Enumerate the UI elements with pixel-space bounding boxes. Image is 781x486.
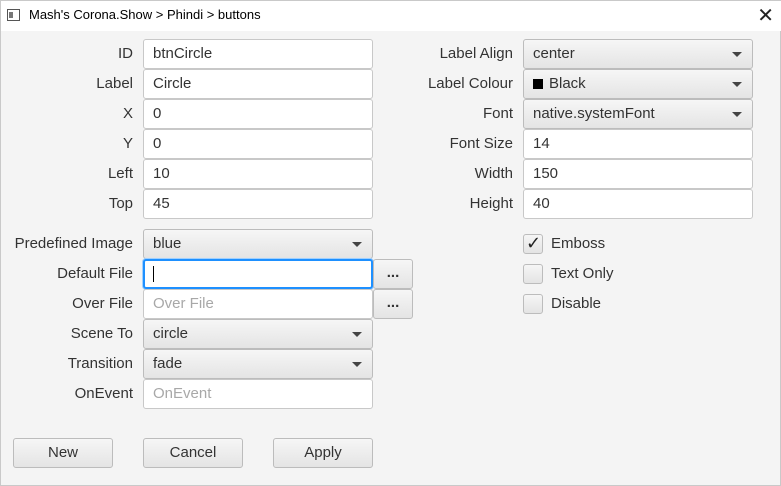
chevron-down-icon: [352, 242, 362, 247]
y-field[interactable]: 0: [143, 129, 373, 159]
cancel-button[interactable]: Cancel: [143, 438, 243, 468]
font-value: native.systemFont: [533, 105, 655, 122]
transition-value: fade: [153, 355, 183, 372]
label-align-select[interactable]: center: [523, 39, 753, 69]
chevron-down-icon: [732, 82, 742, 87]
scene-to-label: Scene To: [70, 325, 133, 342]
close-icon[interactable]: ✕: [757, 3, 774, 28]
id-field[interactable]: btnCircle: [143, 39, 373, 69]
predefined-image-label: Predefined Image: [14, 235, 133, 252]
default-file-browse-button[interactable]: ...: [373, 259, 413, 289]
label-colour-label: Label Colour: [427, 75, 513, 92]
apply-button[interactable]: Apply: [273, 438, 373, 468]
on-event-field[interactable]: OnEvent: [143, 379, 373, 409]
emboss-checkbox[interactable]: ✓: [523, 233, 543, 254]
over-file-browse-button[interactable]: ...: [373, 289, 413, 319]
disable-label[interactable]: Disable: [551, 294, 601, 314]
title-bar: Mash's Corona.Show > Phindi > buttons ✕: [1, 1, 781, 31]
font-size-label: Font Size: [449, 135, 513, 152]
predefined-image-value: blue: [153, 235, 182, 252]
chevron-down-icon: [732, 52, 742, 57]
transition-select[interactable]: fade: [143, 349, 373, 379]
scene-to-select[interactable]: circle: [143, 319, 373, 349]
label-label: Label: [96, 75, 133, 92]
chevron-down-icon: [732, 112, 742, 117]
width-label: Width: [474, 165, 513, 182]
checkmark-icon: ✓: [526, 233, 542, 253]
emboss-label[interactable]: Emboss: [551, 234, 605, 254]
chevron-down-icon: [352, 332, 362, 337]
font-select[interactable]: native.systemFont: [523, 99, 753, 129]
window-title: Mash's Corona.Show > Phindi > buttons: [29, 7, 261, 22]
default-file-field[interactable]: [143, 259, 373, 289]
top-label: Top: [108, 195, 133, 212]
id-label: ID: [118, 45, 133, 62]
height-label: Height: [469, 195, 513, 212]
label-colour-select[interactable]: Black: [523, 69, 753, 99]
top-field[interactable]: 45: [143, 189, 373, 219]
on-event-label: OnEvent: [74, 385, 133, 402]
y-label: Y: [122, 135, 133, 152]
chevron-down-icon: [352, 362, 362, 367]
label-colour-value: Black: [549, 75, 586, 92]
new-button[interactable]: New: [13, 438, 113, 468]
left-label: Left: [107, 165, 133, 182]
height-field[interactable]: 40: [523, 189, 753, 219]
x-field[interactable]: 0: [143, 99, 373, 129]
text-caret: [153, 266, 154, 283]
font-size-field[interactable]: 14: [523, 129, 753, 159]
label-align-value: center: [533, 45, 575, 62]
disable-checkbox[interactable]: [523, 294, 543, 314]
text-only-label[interactable]: Text Only: [551, 264, 614, 284]
predefined-image-select[interactable]: blue: [143, 229, 373, 259]
font-label: Font: [482, 105, 513, 122]
left-field[interactable]: 10: [143, 159, 373, 189]
app-window-icon: [7, 9, 20, 21]
default-file-label: Default File: [57, 265, 133, 282]
width-field[interactable]: 150: [523, 159, 753, 189]
dialog-window: Mash's Corona.Show > Phindi > buttons ✕ …: [0, 0, 781, 486]
x-label: X: [122, 105, 133, 122]
label-field[interactable]: Circle: [143, 69, 373, 99]
scene-to-value: circle: [153, 325, 189, 342]
label-align-label: Label Align: [439, 45, 513, 62]
transition-label: Transition: [67, 355, 133, 372]
text-only-checkbox[interactable]: [523, 264, 543, 284]
colour-swatch: [533, 79, 543, 90]
over-file-label: Over File: [72, 295, 133, 312]
over-file-field[interactable]: Over File: [143, 289, 373, 319]
